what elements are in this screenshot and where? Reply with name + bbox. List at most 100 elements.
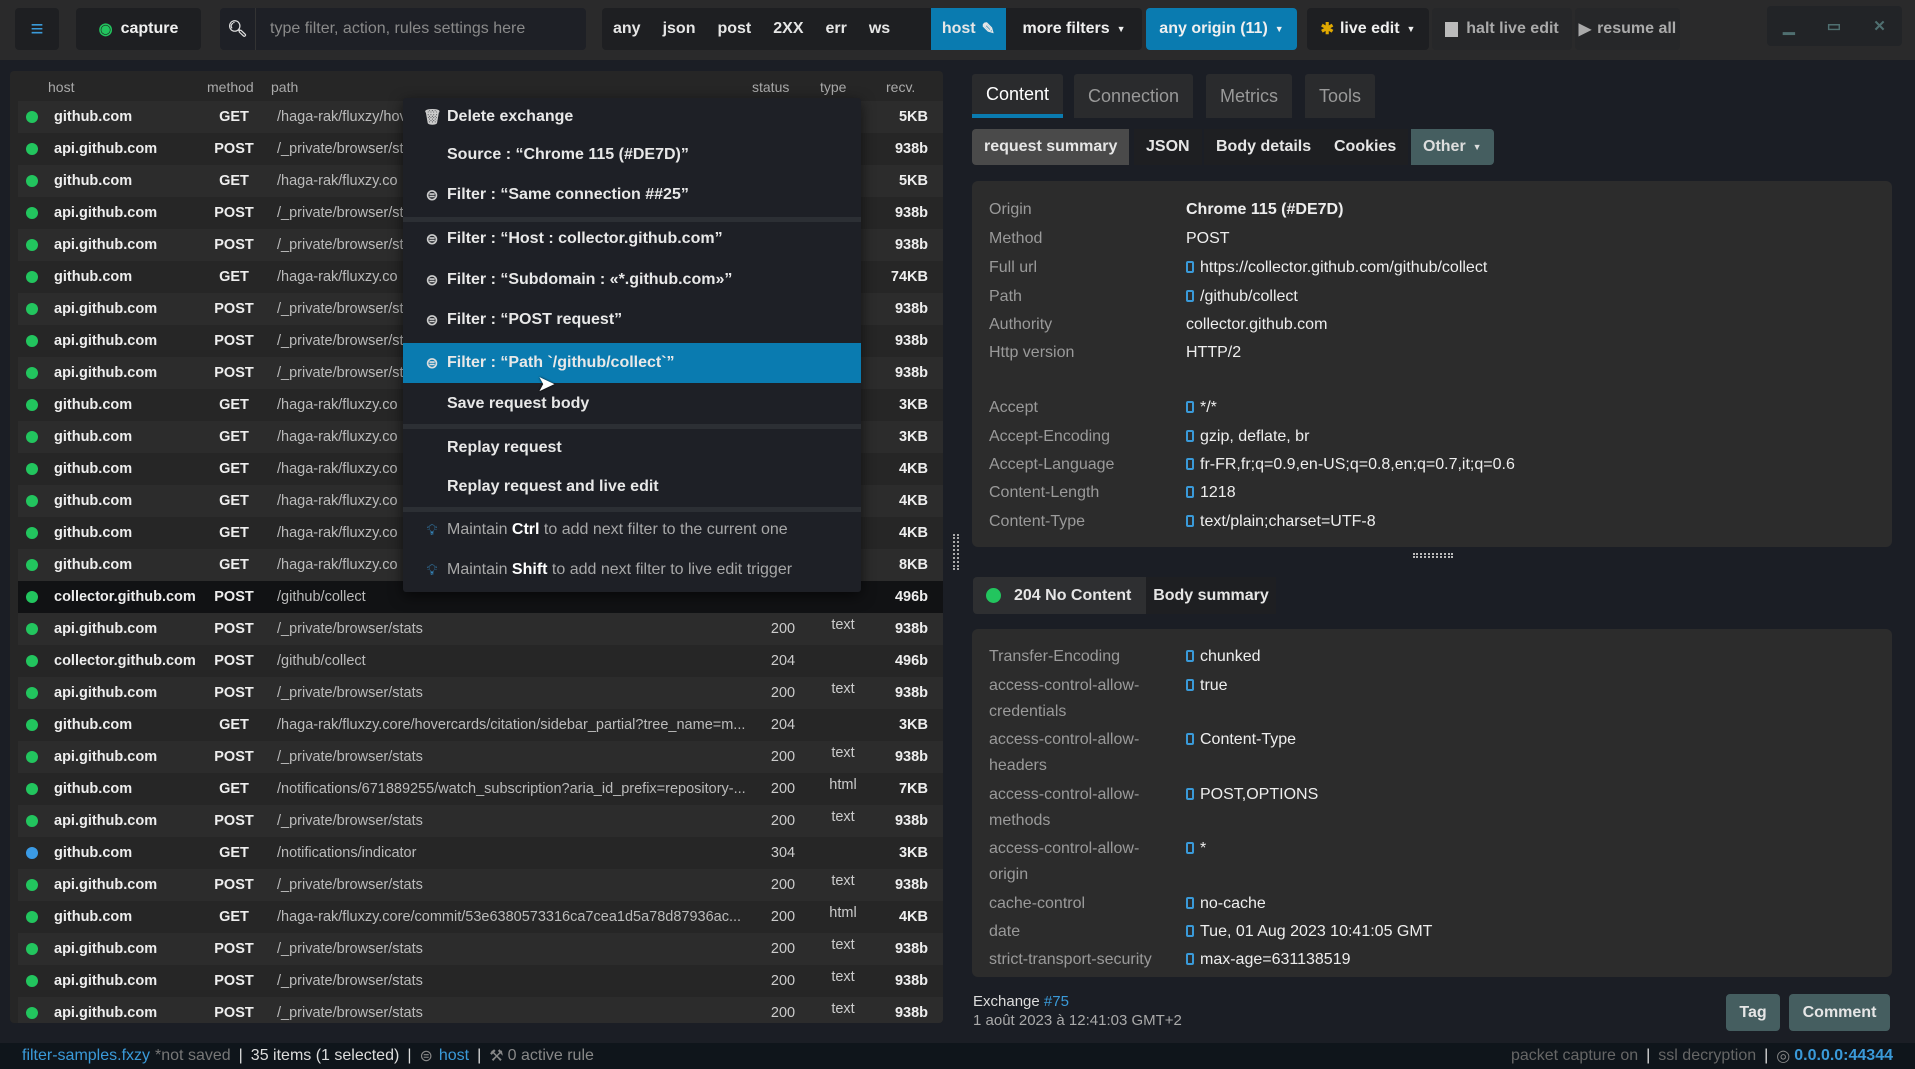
ssl-decryption-status[interactable]: ssl decryption <box>1658 1047 1756 1065</box>
table-row[interactable]: api.github.com POST /_private/browser/stat… <box>18 613 943 645</box>
copy-icon[interactable] <box>1186 953 1194 965</box>
status-dot-icon <box>26 687 38 699</box>
row-recv: 4KB <box>898 493 928 509</box>
live-edit-dropdown[interactable]: ✱ live edit ▼ <box>1307 8 1429 50</box>
exchange-number-link[interactable]: #75 <box>1044 993 1069 1010</box>
body-summary-tab[interactable]: Body summary <box>1146 577 1276 614</box>
close-icon[interactable]: ✕ <box>1873 17 1886 35</box>
comment-button[interactable]: Comment <box>1789 994 1890 1031</box>
table-row[interactable]: api.github.com POST /_private/browser/stat… <box>18 933 943 965</box>
copy-icon[interactable] <box>1186 842 1194 854</box>
copy-icon[interactable] <box>1186 290 1194 302</box>
copy-icon[interactable] <box>1186 261 1194 273</box>
more-filters-dropdown[interactable]: more filters ▼ <box>1006 8 1142 50</box>
copy-icon[interactable] <box>1186 897 1194 909</box>
resize-handle[interactable] <box>1413 553 1453 558</box>
row-host: github.com <box>54 717 133 733</box>
copy-icon[interactable] <box>1186 515 1194 527</box>
copy-icon[interactable] <box>1186 788 1194 800</box>
copy-icon[interactable] <box>1186 401 1194 413</box>
col-status[interactable]: status <box>752 79 789 95</box>
tab-metrics[interactable]: Metrics <box>1206 74 1292 118</box>
filter-err[interactable]: err <box>815 8 858 50</box>
table-row[interactable]: api.github.com POST /_private/browser/stat… <box>18 677 943 709</box>
listen-address[interactable]: 0.0.0.0:44344 <box>1794 1047 1893 1065</box>
filter-host[interactable]: host ✎ <box>930 8 1006 50</box>
menu-replay-live-edit[interactable]: Replay request and live edit <box>403 468 861 506</box>
search-icon: 🔍︎ <box>220 8 256 50</box>
filter-post[interactable]: post <box>706 8 762 50</box>
row-method: GET <box>219 845 249 861</box>
table-row[interactable]: github.com GET/notifications/indicator 304… <box>18 837 943 869</box>
tab-tools[interactable]: Tools <box>1305 74 1376 118</box>
table-row[interactable]: api.github.com POST /_private/browser/stat… <box>18 869 943 901</box>
maximize-icon[interactable]: ▭ <box>1827 17 1841 35</box>
row-status: 200 <box>770 941 796 957</box>
subtab-cookies[interactable]: Cookies <box>1322 129 1409 165</box>
menu-delete-exchange[interactable]: 🗑︎ Delete exchange <box>403 98 861 136</box>
search-input[interactable] <box>256 20 576 38</box>
copy-icon[interactable] <box>1186 486 1194 498</box>
filter-any[interactable]: any <box>602 8 652 50</box>
resume-all-button[interactable]: ▶ resume all <box>1575 8 1680 50</box>
table-row[interactable]: github.com GET/haga-rak/fluxzy.core/commi… <box>18 901 943 933</box>
packet-capture-status[interactable]: packet capture on <box>1511 1047 1638 1065</box>
subtab-body-details[interactable]: Body details <box>1204 129 1324 165</box>
table-row[interactable]: github.com GET/notifications/671889255/wa… <box>18 773 943 805</box>
copy-icon[interactable] <box>1186 733 1194 745</box>
menu-filter-host[interactable]: ⊜ Filter : “Host : collector.github.com” <box>403 220 861 258</box>
col-path[interactable]: path <box>271 79 298 95</box>
header-value: no-cache <box>1186 891 1266 917</box>
col-recv[interactable]: recv. <box>886 79 915 95</box>
copy-icon[interactable] <box>1186 430 1194 442</box>
table-row[interactable]: api.github.com POST /_private/browser/stat… <box>18 997 943 1023</box>
filter-2xx[interactable]: 2XX <box>762 8 814 50</box>
tab-connection[interactable]: Connection <box>1074 74 1194 118</box>
menu-hamburger-icon[interactable]: ≡ <box>15 8 59 50</box>
menu-label: Save request body <box>447 395 590 412</box>
copy-icon[interactable] <box>1186 925 1194 937</box>
subtab-request-summary[interactable]: request summary <box>972 129 1130 165</box>
row-method: GET <box>219 429 249 445</box>
menu-save-request-body[interactable]: Save request body <box>403 385 861 423</box>
table-row[interactable]: collector.github.com POST/github/collect 2… <box>18 645 943 677</box>
active-filter-link[interactable]: host <box>439 1047 469 1065</box>
col-host[interactable]: host <box>48 79 74 95</box>
menu-filter-subdomain[interactable]: ⊜ Filter : “Subdomain : «*.github.com»” <box>403 261 861 299</box>
minimize-icon[interactable]: ▁ <box>1783 17 1795 35</box>
table-row[interactable]: api.github.com POST /_private/browser/stat… <box>18 741 943 773</box>
hint-text: to add next filter to live edit trigger <box>547 561 793 578</box>
splitter-handle[interactable] <box>953 534 959 570</box>
menu-source[interactable]: Source : “Chrome 115 (#DE7D)” <box>403 136 861 174</box>
col-type[interactable]: type <box>820 79 846 95</box>
active-rules[interactable]: 0 active rule <box>508 1047 594 1065</box>
exchange-date: 1 août 2023 à 12:41:03 GMT+2 <box>973 1012 1182 1029</box>
table-row[interactable]: api.github.com POST /_private/browser/stat… <box>18 965 943 997</box>
copy-icon[interactable] <box>1186 458 1194 470</box>
menu-label: Replay request <box>447 439 562 456</box>
row-recv: 4KB <box>898 461 928 477</box>
table-row[interactable]: api.github.com POST /_private/browser/stat… <box>18 805 943 837</box>
tab-content[interactable]: Content <box>972 74 1064 118</box>
filter-ws[interactable]: ws <box>858 8 901 50</box>
menu-filter-same-connection[interactable]: ⊜ Filter : “Same connection ##25” <box>403 176 861 214</box>
subtab-other[interactable]: Other ▼ <box>1411 129 1494 165</box>
menu-replay[interactable]: Replay request <box>403 429 861 467</box>
capture-button[interactable]: ◉ capture <box>76 8 201 50</box>
halt-live-edit-button[interactable]: halt live edit <box>1432 8 1572 50</box>
file-name-link[interactable]: filter-samples.fxzy <box>22 1047 150 1065</box>
menu-filter-path[interactable]: ⊜ Filter : “Path `/github/collect`” <box>403 343 861 383</box>
menu-filter-post[interactable]: ⊜ Filter : “POST request” <box>403 301 861 339</box>
field-value-text: text/plain;charset=UTF-8 <box>1200 513 1376 530</box>
col-method[interactable]: method <box>207 79 254 95</box>
copy-icon[interactable] <box>1186 679 1194 691</box>
tag-button[interactable]: Tag <box>1726 994 1780 1031</box>
origin-dropdown[interactable]: any origin (11) ▼ <box>1146 8 1297 50</box>
status-ok-icon <box>986 588 1001 603</box>
subtab-json[interactable]: JSON <box>1134 129 1202 165</box>
filter-json[interactable]: json <box>652 8 707 50</box>
table-row[interactable]: github.com GET/haga-rak/fluxzy.core/hover… <box>18 709 943 741</box>
copy-icon[interactable] <box>1186 650 1194 662</box>
response-status-tab[interactable]: 204 No Content <box>973 577 1146 614</box>
row-method: GET <box>219 493 249 509</box>
